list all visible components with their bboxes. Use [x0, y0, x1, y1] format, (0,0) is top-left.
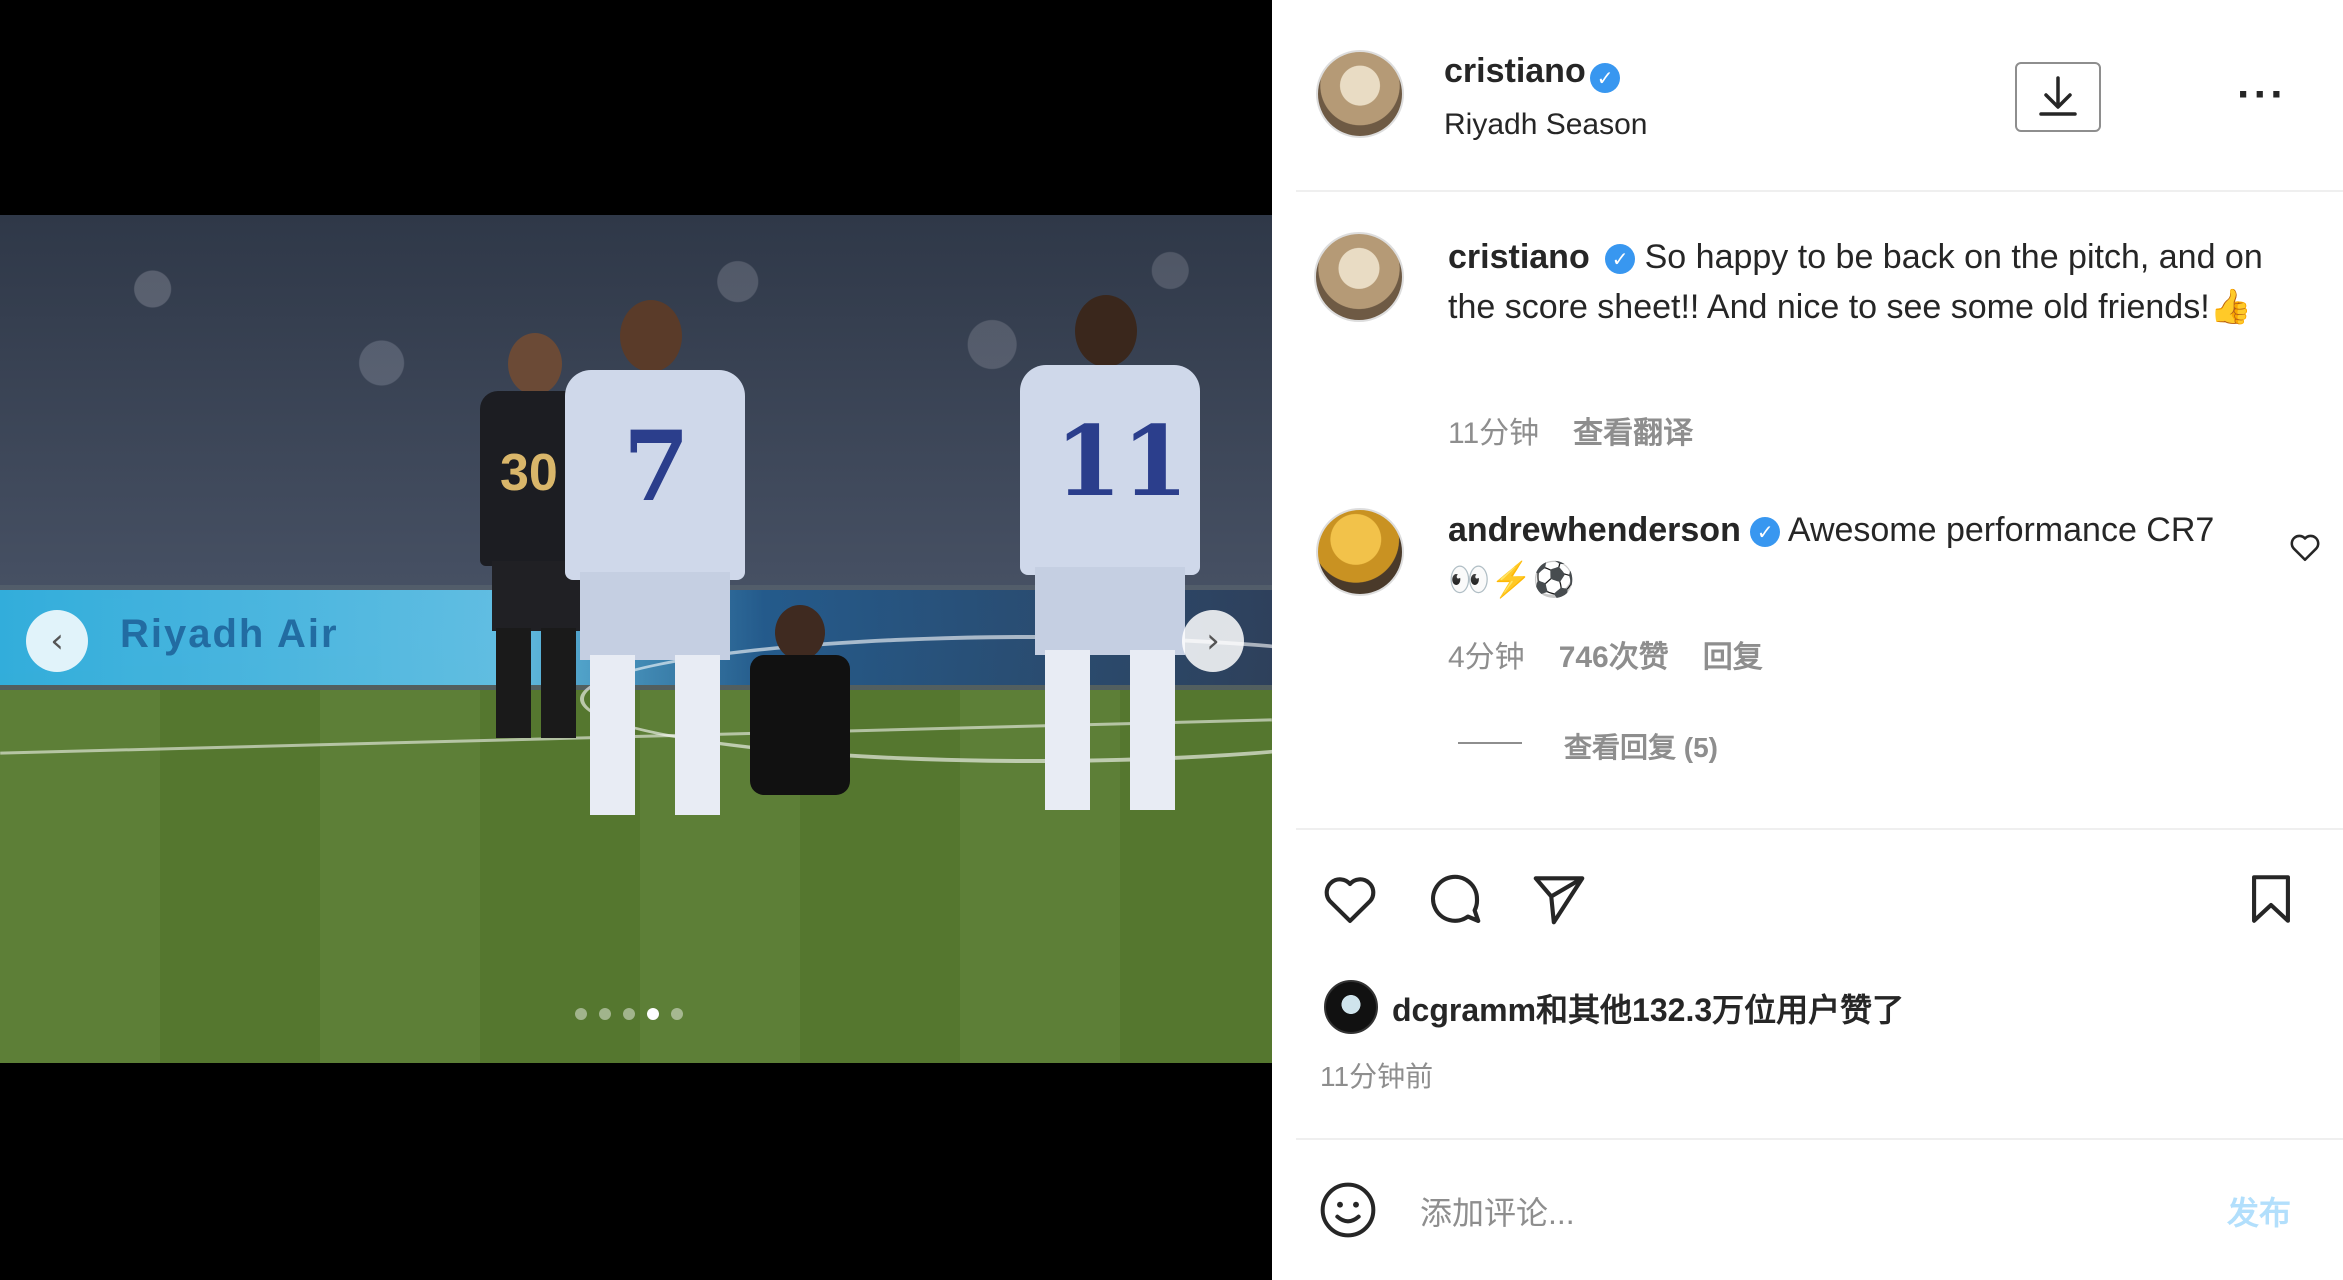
post-location[interactable]: Riyadh Season	[1444, 108, 1647, 142]
reply-button[interactable]: 回复	[1703, 632, 1763, 676]
download-button[interactable]	[2015, 62, 2101, 132]
likes-summary[interactable]: dcgramm和其他132.3万位用户赞了	[1392, 985, 1904, 1031]
chevron-right-icon[interactable]: ›	[1182, 610, 1244, 672]
comment-like-icon[interactable]	[2287, 530, 2323, 564]
white-player2-number: 11	[1055, 405, 1189, 518]
comment-username[interactable]: andrewhenderson	[1448, 511, 1741, 549]
divider	[1296, 1138, 2343, 1140]
post-time[interactable]: 11分钟前	[1320, 1055, 1433, 1095]
verified-badge-icon: ✓	[1750, 517, 1781, 548]
caption-time[interactable]: 11分钟	[1448, 408, 1539, 452]
heart-icon[interactable]	[1318, 868, 1382, 930]
send-icon[interactable]	[1528, 868, 1590, 930]
comment-likes[interactable]: 746次赞	[1559, 632, 1669, 676]
carousel-dot[interactable]	[575, 1008, 587, 1020]
carousel-dot[interactable]	[623, 1008, 635, 1020]
author-header: cristiano ✓	[1444, 52, 1621, 93]
ad-board-text: Riyadh Air	[120, 612, 339, 656]
verified-badge-icon: ✓	[1605, 244, 1636, 275]
player-white-kit: 7	[545, 300, 765, 820]
translate-link[interactable]: 查看翻译	[1573, 408, 1693, 452]
carousel-dot-active[interactable]	[647, 1008, 659, 1020]
replies-line	[1458, 742, 1522, 744]
liker-avatar[interactable]	[1324, 980, 1378, 1034]
author-username[interactable]: cristiano	[1444, 52, 1586, 90]
divider	[1296, 828, 2343, 830]
post-photo[interactable]: Riyadh Air 30 7 11 ‹ ›	[0, 215, 1272, 1063]
carousel-dot[interactable]	[671, 1008, 683, 1020]
caption-meta: 11分钟 查看翻译	[1448, 408, 1693, 452]
caption-username[interactable]: cristiano	[1448, 238, 1590, 276]
white-player-number: 7	[623, 410, 690, 523]
carousel-dots	[575, 1008, 683, 1020]
carousel-dot[interactable]	[599, 1008, 611, 1020]
commenter-avatar[interactable]	[1316, 508, 1404, 596]
comment-meta: 4分钟 746次赞 回复	[1448, 632, 1763, 676]
caption-avatar[interactable]	[1314, 232, 1404, 322]
author-avatar[interactable]	[1316, 50, 1404, 138]
divider	[1296, 190, 2343, 192]
chevron-left-icon[interactable]: ‹	[26, 610, 88, 672]
download-icon	[2039, 76, 2077, 116]
media-panel: Riyadh Air 30 7 11 ‹ ›	[0, 0, 1272, 1280]
post-comment-button[interactable]: 发布	[2227, 1188, 2291, 1234]
verified-badge-icon: ✓	[1590, 62, 1621, 93]
comment-time[interactable]: 4分钟	[1448, 632, 1525, 676]
view-replies-button[interactable]: 查看回复 (5)	[1564, 726, 1718, 766]
caption: cristiano ✓ So happy to be back on the p…	[1448, 232, 2268, 332]
post-details-panel: cristiano ✓ Riyadh Season ··· cristiano …	[1272, 0, 2343, 1280]
player-white-kit-2: 11	[1000, 295, 1220, 815]
bookmark-icon[interactable]	[2242, 868, 2300, 930]
comment-icon[interactable]	[1424, 868, 1486, 930]
comment: andrewhenderson ✓ Awesome performance CR…	[1448, 505, 2248, 605]
smile-icon[interactable]	[1316, 1178, 1380, 1242]
more-horizontal-icon[interactable]: ···	[2237, 70, 2287, 120]
comment-input[interactable]: 添加评论...	[1420, 1188, 1575, 1234]
